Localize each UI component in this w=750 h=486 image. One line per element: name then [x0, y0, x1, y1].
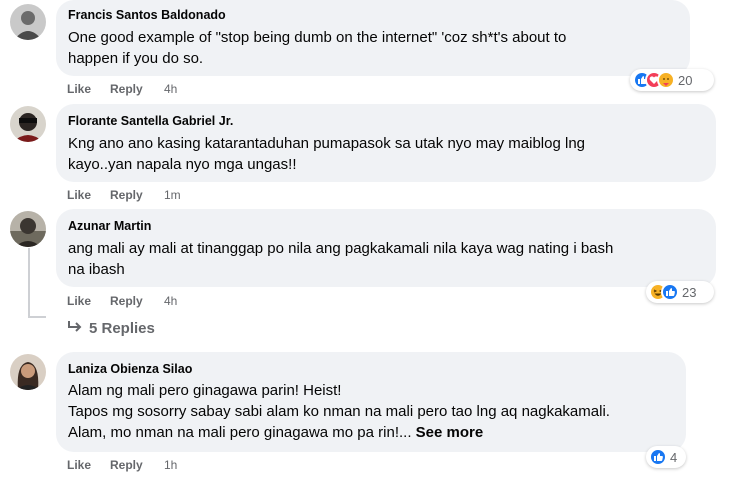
comment-author[interactable]: Laniza Obienza Silao: [68, 361, 674, 377]
avatar[interactable]: [10, 354, 46, 390]
thread-line: [28, 316, 46, 318]
comment-timestamp[interactable]: 4h: [164, 293, 177, 309]
like-button[interactable]: Like: [67, 293, 91, 309]
comment-author[interactable]: Francis Santos Baldonado: [68, 7, 678, 23]
comment-text-line: kayo..yan napala nyo mga ungas!!: [68, 156, 297, 173]
comment-actions: Like Reply 1m: [67, 187, 267, 203]
comment-text-line: One good example of "stop being dumb on …: [68, 29, 567, 46]
reaction-count: 20: [678, 72, 693, 88]
comment-text-line-3: Alam, mo nman na mali pero ginagawa mo p…: [68, 424, 412, 441]
thread-line: [28, 248, 30, 316]
reply-button[interactable]: Reply: [110, 293, 143, 309]
comment-author[interactable]: Florante Santella Gabriel Jr.: [68, 113, 704, 129]
comment-bubble: Laniza Obienza Silao Alam ng mali pero g…: [56, 352, 686, 452]
reply-button[interactable]: Reply: [110, 457, 143, 473]
view-replies-link[interactable]: 5 Replies: [67, 319, 155, 339]
reaction-count: 23: [682, 284, 697, 300]
comment-timestamp[interactable]: 1h: [164, 457, 177, 473]
reaction-count: 4: [670, 449, 678, 465]
comment-actions: Like Reply 4h: [67, 293, 267, 309]
reactions-summary[interactable]: 23: [646, 281, 714, 303]
like-icon: [649, 448, 667, 466]
reactions-summary[interactable]: 4: [646, 446, 686, 468]
comment-text-line: happen if you do so.: [68, 50, 204, 67]
comment-text-line: Alam ng mali pero ginagawa parin! Heist!: [68, 382, 342, 399]
comment-text-line: Tapos mg sosorry sabay sabi alam ko nman…: [68, 403, 610, 420]
comment-timestamp[interactable]: 4h: [164, 81, 177, 97]
like-button[interactable]: Like: [67, 187, 91, 203]
reactions-summary[interactable]: 20: [630, 69, 714, 91]
like-button[interactable]: Like: [67, 457, 91, 473]
comment-timestamp[interactable]: 1m: [164, 187, 181, 203]
avatar[interactable]: [10, 106, 46, 142]
reply-arrow-icon: [68, 321, 82, 332]
comment-actions: Like Reply 4h: [67, 81, 267, 97]
comment-text-line: Alam, mo nman na mali pero ginagawa mo p…: [68, 422, 674, 443]
care-icon: [657, 71, 675, 89]
avatar[interactable]: [10, 211, 46, 247]
like-button[interactable]: Like: [67, 81, 91, 97]
comment-actions: Like Reply 1h: [67, 457, 267, 473]
comment-text-line: na ibash: [68, 261, 125, 278]
reply-button[interactable]: Reply: [110, 81, 143, 97]
reply-button[interactable]: Reply: [110, 187, 143, 203]
comment-text-line: ang mali ay mali at tinanggap po nila an…: [68, 240, 614, 257]
see-more-link[interactable]: See more: [416, 424, 484, 441]
comment-bubble: Florante Santella Gabriel Jr. Kng ano an…: [56, 104, 716, 182]
avatar[interactable]: [10, 4, 46, 40]
like-icon: [661, 283, 679, 301]
comment-text-line: Kng ano ano kasing katarantaduhan pumapa…: [68, 135, 586, 152]
comment-bubble: Francis Santos Baldonado One good exampl…: [56, 0, 690, 76]
comment-author[interactable]: Azunar Martin: [68, 218, 704, 234]
comment-bubble: Azunar Martin ang mali ay mali at tinang…: [56, 209, 716, 287]
replies-count-label: 5 Replies: [89, 320, 155, 337]
